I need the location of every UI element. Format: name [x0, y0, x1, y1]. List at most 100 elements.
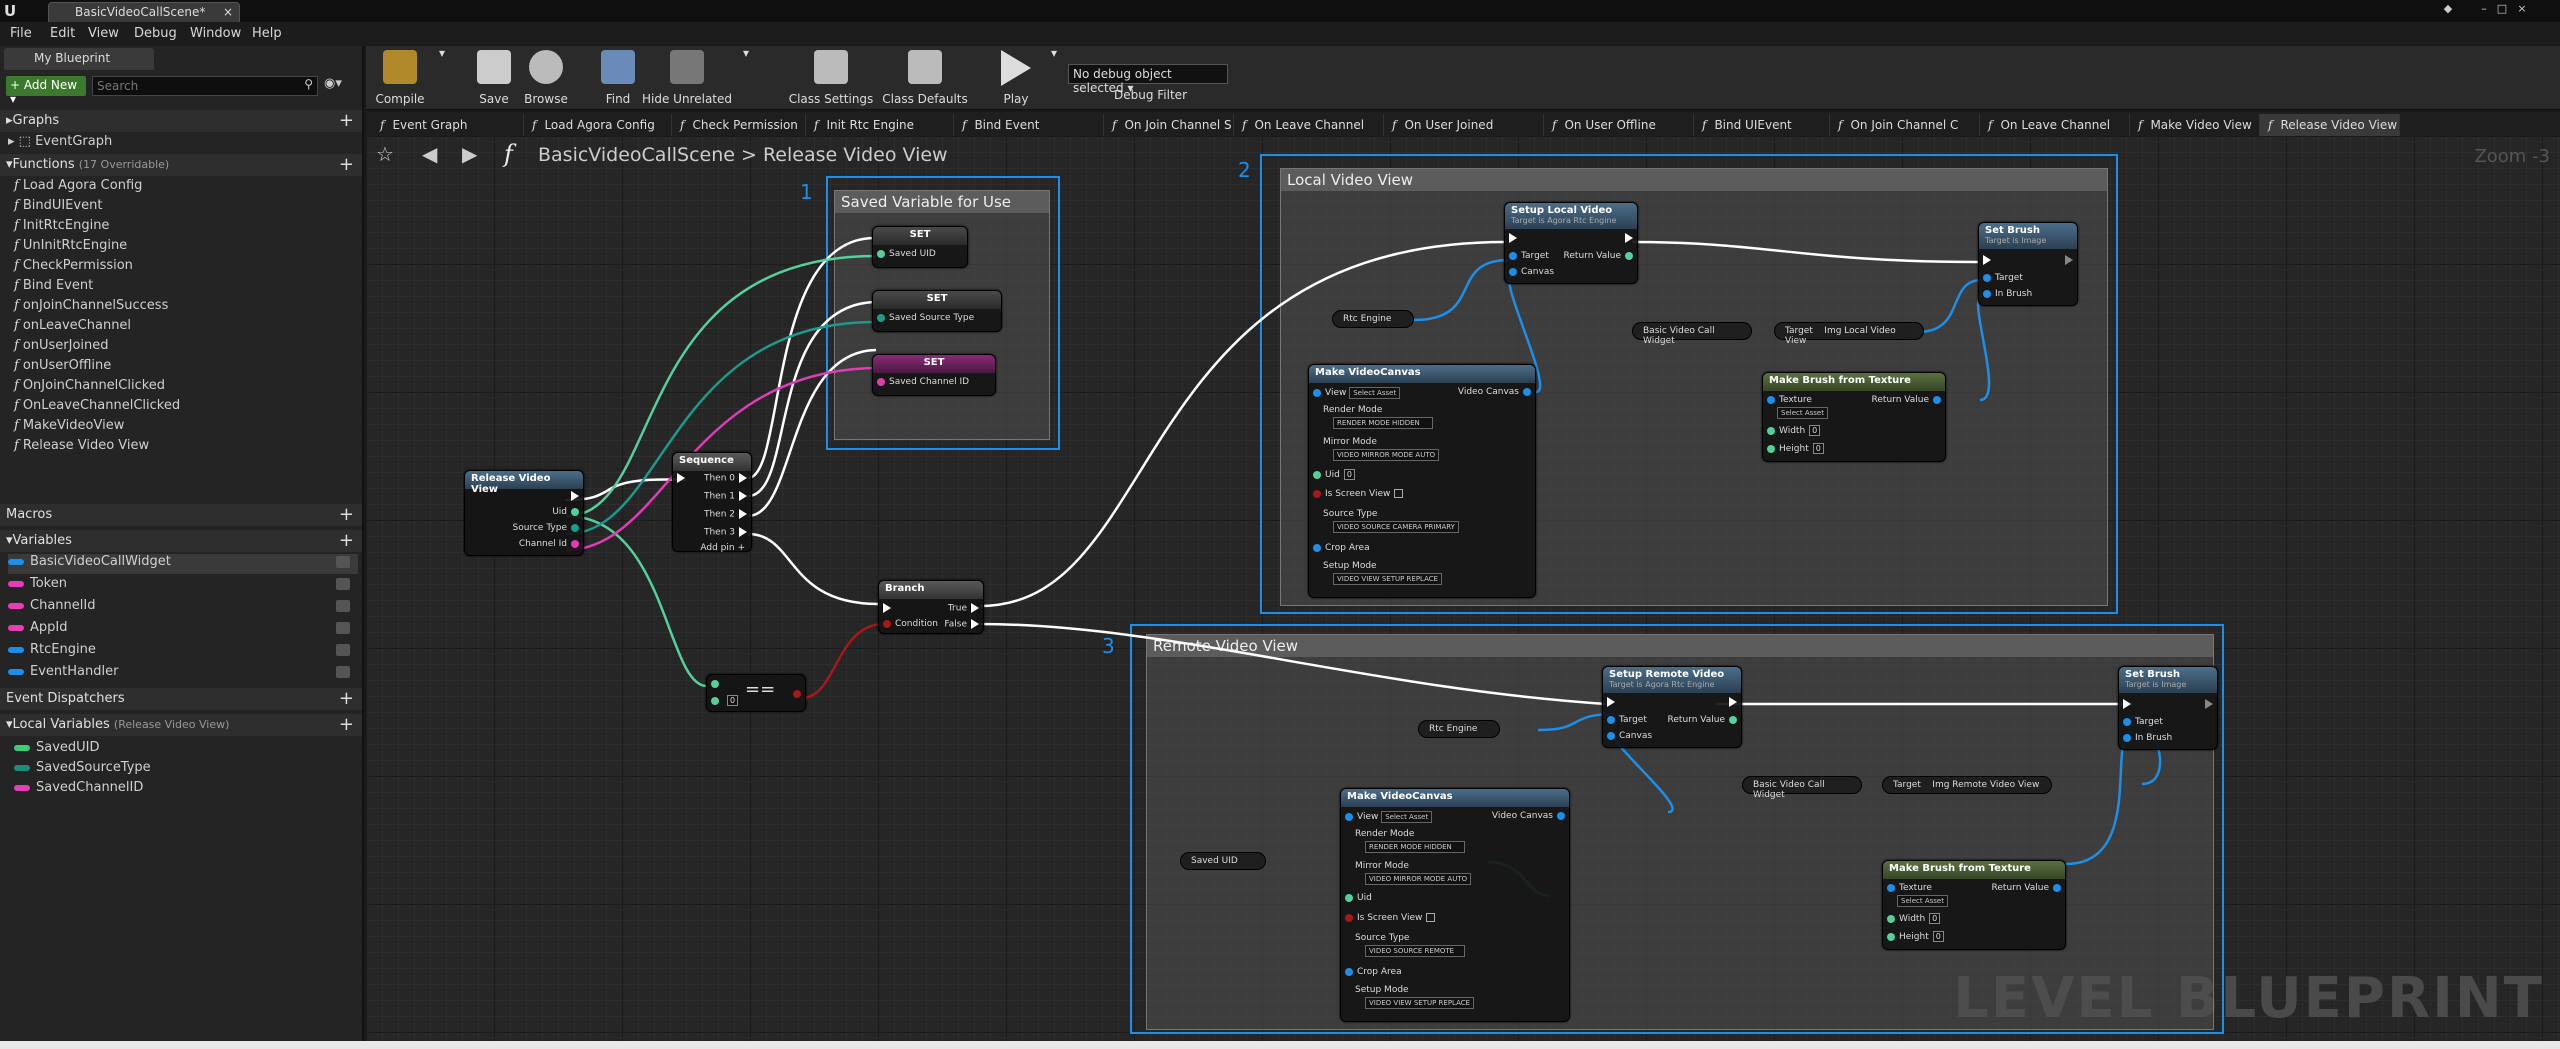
make-brush-remote-node[interactable]: Make Brush from Texture Texture Select A…	[1882, 860, 2066, 950]
release-uid-pin[interactable]: Uid	[552, 507, 583, 517]
function-tab[interactable]: f Event Graph	[372, 114, 524, 136]
setup-local-exec-out[interactable]	[1621, 233, 1637, 244]
variable-item[interactable]: AppId	[8, 620, 358, 635]
release-source-pin[interactable]: Source Type	[513, 523, 583, 533]
function-item[interactable]: f OnJoinChannelClicked	[14, 378, 165, 393]
sequence-node[interactable]: Sequence Then 0 Then 1 Then 2 Then 3 Add…	[672, 452, 752, 553]
add-variable-icon[interactable]: +	[339, 530, 354, 551]
equals-out-pin[interactable]	[789, 689, 805, 699]
set-brush-remote-node[interactable]: Set Brush Target is Image Target In Brush	[2118, 666, 2218, 750]
set-brush-remote-exec-out[interactable]	[2201, 699, 2217, 710]
release-exec-out[interactable]	[567, 491, 583, 502]
set-saved-uid-node[interactable]: SET Saved UID	[872, 226, 968, 268]
release-video-view-node[interactable]: Release Video View Uid Source Type Chann…	[464, 470, 584, 556]
blueprint-search-input[interactable]: Search ⚲	[92, 76, 318, 96]
function-item[interactable]: f onLeaveChannel	[14, 318, 131, 333]
menu-edit[interactable]: Edit	[50, 26, 75, 41]
branch-condition-pin[interactable]: Condition	[879, 619, 938, 629]
event-dispatchers-section[interactable]: Event Dispatchers +	[0, 688, 362, 710]
class-defaults-button[interactable]: Class Defaults	[880, 46, 970, 110]
menu-file[interactable]: File	[10, 26, 32, 41]
branch-false-pin[interactable]: False	[944, 619, 983, 630]
make-brush-local-height[interactable]: Height 0	[1763, 443, 1824, 454]
setup-remote-target[interactable]: Target	[1603, 715, 1647, 725]
variable-item[interactable]: BasicVideoCallWidget	[8, 554, 358, 574]
equals-b-pin[interactable]: 0	[707, 695, 739, 706]
function-item[interactable]: f Load Agora Config	[14, 178, 142, 193]
sequence-then3[interactable]: Then 3	[704, 527, 751, 538]
event-graph-item[interactable]: ▸ ⬚ EventGraph	[8, 134, 112, 149]
setup-remote-return[interactable]: Return Value	[1668, 715, 1741, 725]
add-new-button[interactable]: + Add New ▾	[6, 76, 86, 106]
browse-button[interactable]: Browse	[516, 46, 576, 110]
mvc-local-crop[interactable]: Crop Area	[1309, 543, 1370, 553]
function-tab[interactable]: f Load Agora Config	[524, 114, 672, 136]
set-brush-local-node[interactable]: Set Brush Target is Image Target In Brush	[1978, 222, 2078, 306]
add-graph-icon[interactable]: +	[339, 110, 354, 131]
sequence-then2[interactable]: Then 2	[704, 509, 751, 520]
add-macro-icon[interactable]: +	[339, 504, 354, 525]
window-close-icon[interactable]: ×	[2514, 2, 2530, 16]
setup-remote-canvas[interactable]: Canvas	[1603, 731, 1652, 741]
set-saved-source-pin[interactable]: Saved Source Type	[873, 313, 974, 323]
function-item[interactable]: f CheckPermission	[14, 258, 133, 273]
hide-options-icon[interactable]: ▾	[738, 46, 754, 110]
local-variable-item[interactable]: SavedChannelID	[14, 780, 143, 795]
maximize-icon[interactable]: □	[2494, 2, 2510, 16]
set-brush-local-exec-out[interactable]	[2061, 255, 2077, 266]
mvc-local-setup-select[interactable]: VIDEO VIEW SETUP REPLACE	[1333, 573, 1443, 585]
functions-section[interactable]: ▾Functions (17 Overridable) +	[0, 154, 362, 176]
add-function-icon[interactable]: +	[339, 154, 354, 175]
add-local-variable-icon[interactable]: +	[339, 714, 354, 735]
mvc-remote-uid[interactable]: Uid	[1341, 893, 1372, 903]
function-item[interactable]: f UnInitRtcEngine	[14, 238, 127, 253]
branch-true-pin[interactable]: True	[948, 603, 983, 614]
hide-unrelated-button[interactable]: Hide Unrelated	[642, 46, 732, 110]
mvc-remote-mirror-select[interactable]: VIDEO MIRROR MODE AUTO	[1365, 873, 1472, 885]
compile-button[interactable]: Compile	[370, 46, 430, 110]
setup-remote-video-node[interactable]: Setup Remote Video Target is Agora Rtc En…	[1602, 666, 1742, 748]
mvc-local-uid[interactable]: Uid 0	[1309, 469, 1355, 480]
menu-window[interactable]: Window	[190, 26, 241, 41]
branch-node[interactable]: Branch Condition True False	[878, 580, 984, 634]
local-variables-section[interactable]: ▾Local Variables (Release Video View) +	[0, 714, 362, 736]
mvc-remote-setup-select[interactable]: VIDEO VIEW SETUP REPLACE	[1365, 997, 1475, 1009]
saved-uid-var[interactable]: Saved UID	[1180, 852, 1266, 870]
play-button[interactable]: Play	[986, 46, 1046, 110]
minimize-icon[interactable]: –	[2476, 2, 2492, 16]
mvc-remote-out[interactable]: Video Canvas	[1492, 811, 1569, 821]
menu-debug[interactable]: Debug	[134, 26, 177, 41]
function-item[interactable]: f MakeVideoView	[14, 418, 124, 433]
function-tab[interactable]: f Bind UIEvent	[1694, 114, 1830, 136]
setup-local-canvas[interactable]: Canvas	[1505, 267, 1554, 277]
make-brush-local-node[interactable]: Make Brush from Texture Texture Select A…	[1762, 372, 1946, 462]
equals-a-pin[interactable]	[707, 679, 723, 689]
menu-help[interactable]: Help	[252, 26, 282, 41]
make-brush-local-texture[interactable]: Texture	[1763, 395, 1812, 405]
make-brush-local-return[interactable]: Return Value	[1872, 395, 1945, 405]
set-saved-uid-pin[interactable]: Saved UID	[873, 249, 936, 259]
class-settings-button[interactable]: Class Settings	[786, 46, 876, 110]
mvc-local-mirror-select[interactable]: VIDEO MIRROR MODE AUTO	[1333, 449, 1440, 461]
variable-item[interactable]: Token	[8, 576, 358, 591]
mvc-remote-screen[interactable]: Is Screen View	[1341, 913, 1436, 923]
make-brush-local-select[interactable]: Select Asset	[1777, 407, 1828, 419]
function-tab[interactable]: f On Leave Channel	[1980, 114, 2130, 136]
compile-options-icon[interactable]: ▾	[434, 46, 450, 110]
set-brush-remote-inbrush[interactable]: In Brush	[2119, 733, 2172, 743]
make-videocanvas-remote-node[interactable]: Make VideoCanvas View Select Asset Video…	[1340, 788, 1570, 1022]
img-remote-get[interactable]: Target Img Remote Video View	[1882, 776, 2052, 794]
make-brush-remote-texture[interactable]: Texture	[1883, 883, 1932, 893]
set-brush-local-target[interactable]: Target	[1979, 273, 2023, 283]
set-saved-channel-node[interactable]: SET Saved Channel ID	[872, 354, 996, 396]
visibility-eye-icon[interactable]	[336, 644, 350, 656]
mvc-remote-source-select[interactable]: VIDEO SOURCE REMOTE	[1365, 945, 1465, 957]
local-variable-item[interactable]: SavedSourceType	[14, 760, 151, 775]
find-button[interactable]: Find	[588, 46, 648, 110]
function-tab[interactable]: f On Join Channel S	[1104, 114, 1234, 136]
function-item[interactable]: f onJoinChannelSuccess	[14, 298, 168, 313]
function-tab[interactable]: f On Leave Channel	[1234, 114, 1384, 136]
sequence-exec-in[interactable]	[673, 473, 689, 484]
make-videocanvas-local-node[interactable]: Make VideoCanvas View Select Asset Video…	[1308, 364, 1536, 598]
function-tab[interactable]: f Make Video View	[2130, 114, 2260, 136]
